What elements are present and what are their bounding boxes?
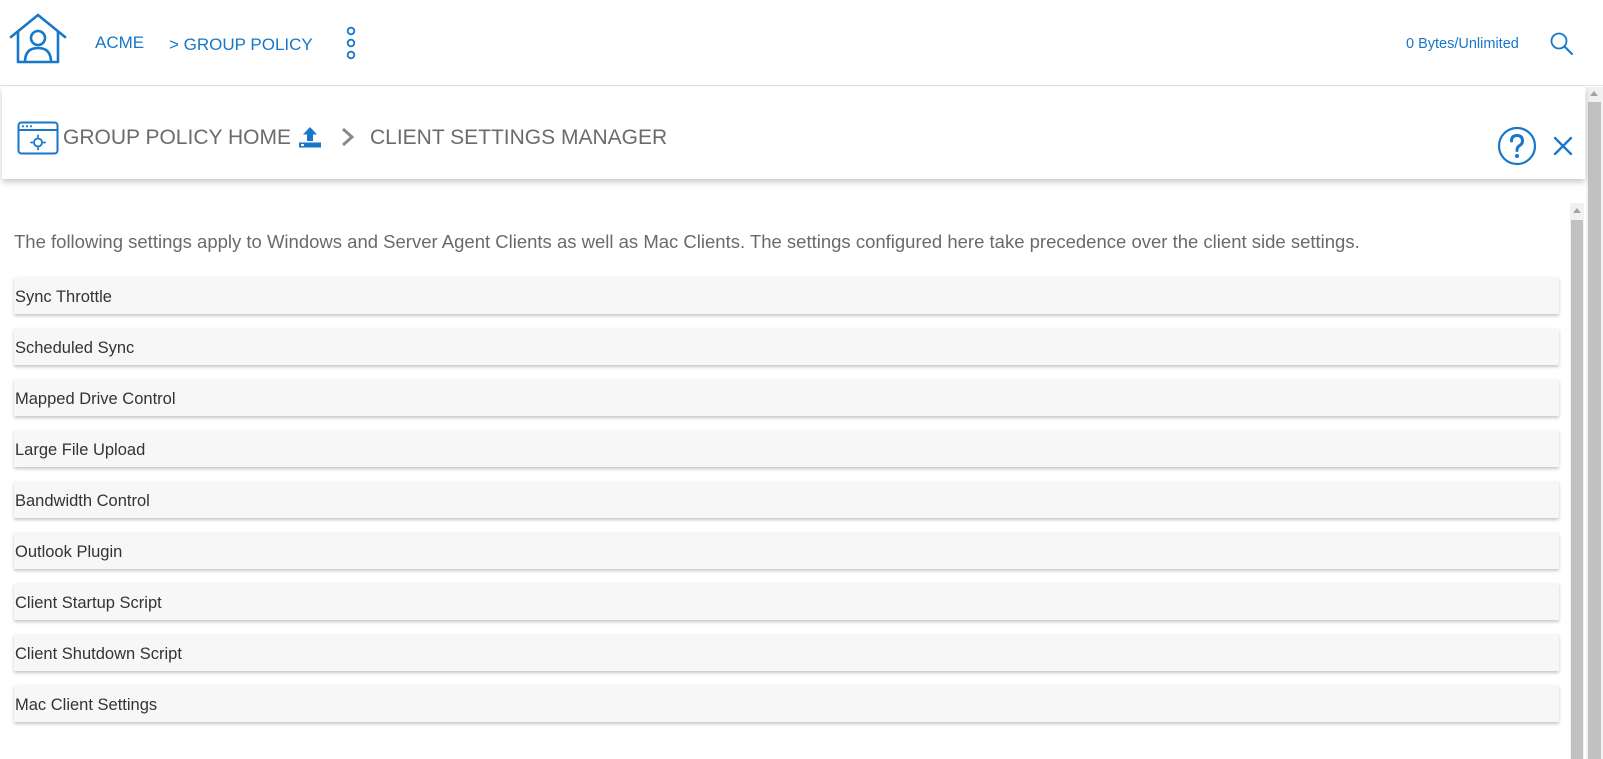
setting-label: Mac Client Settings [15,696,158,714]
vertical-dots-icon[interactable] [344,26,358,60]
setting-label: Sync Throttle [15,288,112,306]
setting-bandwidth-control[interactable]: Bandwidth Control [14,481,1559,518]
upload-icon[interactable] [298,125,322,149]
setting-client-shutdown-script[interactable]: Client Shutdown Script [14,634,1559,671]
home-user-icon[interactable] [8,12,68,66]
setting-scheduled-sync[interactable]: Scheduled Sync [14,328,1559,365]
setting-label: Large File Upload [15,441,146,459]
setting-label: Mapped Drive Control [15,390,176,408]
breadcrumb-group-policy[interactable]: > GROUP POLICY [169,35,313,55]
setting-label: Bandwidth Control [15,492,150,510]
scroll-up-arrow-icon[interactable] [1573,208,1581,213]
group-policy-home-link[interactable]: GROUP POLICY HOME [63,126,291,150]
setting-outlook-plugin[interactable]: Outlook Plugin [14,532,1559,569]
setting-large-file-upload[interactable]: Large File Upload [14,430,1559,467]
content-scrollbar-thumb[interactable] [1571,220,1583,759]
setting-label: Scheduled Sync [15,339,135,357]
help-icon[interactable] [1497,126,1537,166]
settings-content: The following settings apply to Windows … [0,179,1586,759]
content-scrollbar[interactable] [1570,203,1584,759]
setting-sync-throttle[interactable]: Sync Throttle [14,277,1559,314]
setting-client-startup-script[interactable]: Client Startup Script [14,583,1559,620]
setting-mapped-drive-control[interactable]: Mapped Drive Control [14,379,1559,416]
page-title: CLIENT SETTINGS MANAGER [370,126,668,149]
storage-usage: 0 Bytes/Unlimited [1406,36,1519,52]
page-scrollbar[interactable] [1586,87,1603,759]
chevron-right-icon [340,126,356,148]
setting-label: Outlook Plugin [15,543,123,561]
setting-label: Client Shutdown Script [15,645,182,663]
page-scrollbar-thumb[interactable] [1588,102,1601,759]
close-icon[interactable] [1553,136,1573,156]
scroll-up-arrow-icon[interactable] [1590,91,1598,96]
top-header: ACME > GROUP POLICY 0 Bytes/Unlimited [0,0,1603,86]
browser-settings-icon [17,121,59,155]
setting-label: Client Startup Script [15,594,162,612]
breadcrumb-acme[interactable]: ACME [95,33,144,53]
settings-description: The following settings apply to Windows … [14,231,1360,252]
setting-mac-client-settings[interactable]: Mac Client Settings [14,685,1559,722]
search-icon[interactable] [1549,31,1575,57]
panel-header: GROUP POLICY HOME CLIENT SETTINGS MANAGE… [2,87,1585,179]
settings-list: Sync Throttle Scheduled Sync Mapped Driv… [14,277,1559,736]
